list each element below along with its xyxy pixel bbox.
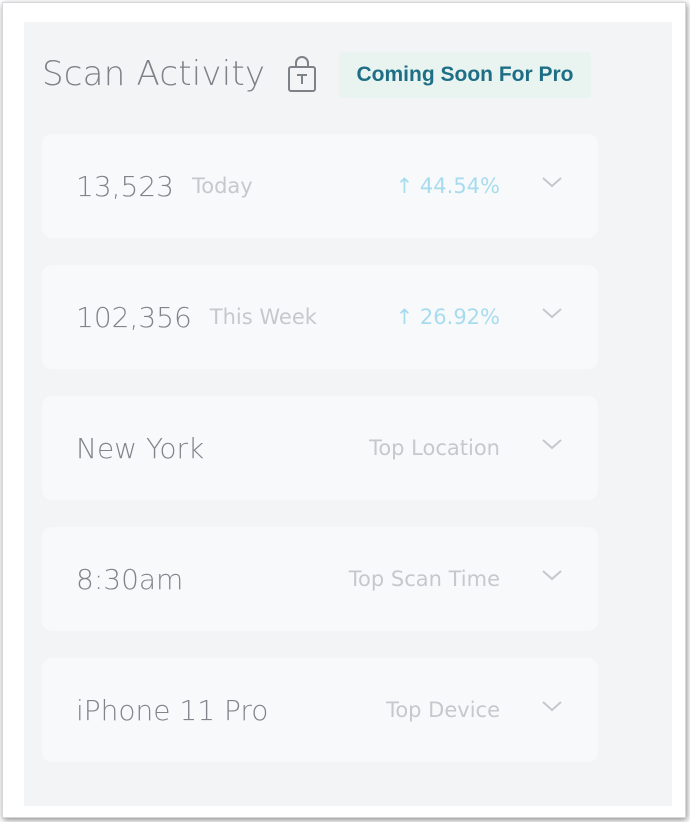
stat-label: Top Scan Time bbox=[348, 567, 500, 591]
stat-main: 8:30am bbox=[76, 527, 183, 631]
stat-row-top-scan-time[interactable]: 8:30am Top Scan Time bbox=[42, 527, 598, 631]
stat-main: New York bbox=[76, 396, 204, 500]
coming-soon-badge: Coming Soon For Pro bbox=[339, 52, 591, 98]
chevron-down-icon[interactable] bbox=[540, 567, 564, 583]
stat-row-top-device[interactable]: iPhone 11 Pro Top Device bbox=[42, 658, 598, 762]
stat-label: This Week bbox=[209, 305, 317, 329]
stat-value: 8:30am bbox=[76, 562, 184, 596]
stat-label: Top Device bbox=[386, 698, 500, 722]
stat-delta: ↑ 44.54% bbox=[395, 174, 500, 198]
stat-main: iPhone 11 Pro bbox=[76, 658, 268, 762]
chevron-down-icon[interactable] bbox=[540, 698, 564, 714]
chevron-down-icon[interactable] bbox=[540, 305, 564, 321]
stat-main: 102,356 This Week bbox=[76, 265, 317, 369]
stat-value: 13,523 bbox=[76, 169, 174, 203]
stat-label: Top Location bbox=[369, 436, 500, 460]
scan-activity-header: Scan Activity bbox=[42, 52, 317, 96]
stat-main: 13,523 Today bbox=[76, 134, 253, 238]
stat-row-this-week[interactable]: 102,356 This Week ↑ 26.92% bbox=[42, 265, 598, 369]
page-title: Scan Activity bbox=[42, 54, 266, 94]
stat-value: iPhone 11 Pro bbox=[76, 693, 269, 727]
stat-row-top-location[interactable]: New York Top Location bbox=[42, 396, 598, 500]
lock-icon bbox=[287, 54, 317, 94]
chevron-down-icon[interactable] bbox=[540, 174, 564, 190]
stat-value: 102,356 bbox=[76, 300, 192, 334]
stat-row-today[interactable]: 13,523 Today ↑ 44.54% bbox=[42, 134, 598, 238]
stat-value: New York bbox=[76, 431, 205, 465]
stat-label: Today bbox=[191, 174, 253, 198]
stat-delta: ↑ 26.92% bbox=[395, 305, 500, 329]
chevron-down-icon[interactable] bbox=[540, 436, 564, 452]
